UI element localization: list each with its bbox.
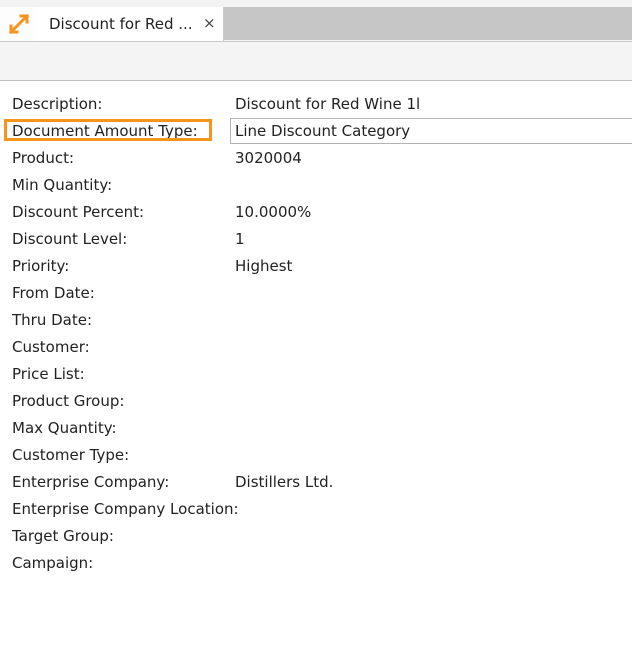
field-label: Price List: [12,365,85,383]
field-from-date: From Date: [0,280,632,307]
field-label: Description: [12,95,103,113]
field-value[interactable]: Distillers Ltd. [235,473,333,491]
field-label: Enterprise Company Location: [12,500,239,518]
field-label: Document Amount Type: [12,122,198,140]
document-amount-type-input[interactable]: Line Discount Category [230,118,632,144]
field-product: Product: 3020004 [0,145,632,172]
field-label: Discount Level: [12,230,128,248]
field-label: From Date: [12,284,95,302]
field-enterprise-company: Enterprise Company: Distillers Ltd. [0,469,632,496]
field-description: Description: Discount for Red Wine 1l [0,91,632,118]
field-value[interactable]: Discount for Red Wine 1l [235,95,420,113]
field-campaign: Campaign: [0,550,632,577]
field-value[interactable]: Highest [235,257,292,275]
field-priority: Priority: Highest [0,253,632,280]
app-menu-button[interactable] [0,7,38,41]
field-label: Discount Percent: [12,203,145,221]
close-icon[interactable]: × [203,15,216,31]
field-price-list: Price List: [0,361,632,388]
field-value: Line Discount Category [235,122,411,140]
field-label: Customer: [12,338,90,356]
field-product-group: Product Group: [0,388,632,415]
record-form: Description: Discount for Red Wine 1l Do… [0,91,632,577]
field-label: Thru Date: [12,311,93,329]
field-min-quantity: Min Quantity: [0,172,632,199]
field-value[interactable]: 1 [235,230,245,248]
field-label: Min Quantity: [12,176,113,194]
tab-discount-record[interactable]: Discount for Red ... × [37,7,224,41]
field-label: Target Group: [12,527,114,545]
field-document-amount-type: Document Amount Type: Line Discount Cate… [0,118,632,145]
field-value[interactable]: 3020004 [235,149,302,167]
field-label: Product: [12,149,75,167]
field-label: Enterprise Company: [12,473,170,491]
field-value[interactable]: 10.0000% [235,203,311,221]
tab-bar-empty-area [224,7,632,40]
field-label: Product Group: [12,392,125,410]
field-enterprise-company-location: Enterprise Company Location: [0,496,632,523]
field-discount-percent: Discount Percent: 10.0000% [0,199,632,226]
resize-arrows-icon [8,13,30,35]
field-customer: Customer: [0,334,632,361]
tab-title: Discount for Red ... [49,15,193,33]
tab-bar: Discount for Red ... × [0,7,632,42]
field-label: Priority: [12,257,70,275]
field-discount-level: Discount Level: 1 [0,226,632,253]
field-target-group: Target Group: [0,523,632,550]
toolbar [0,42,632,81]
field-label: Max Quantity: [12,419,117,437]
field-thru-date: Thru Date: [0,307,632,334]
field-label: Customer Type: [12,446,130,464]
field-customer-type: Customer Type: [0,442,632,469]
field-label: Campaign: [12,554,94,572]
field-max-quantity: Max Quantity: [0,415,632,442]
